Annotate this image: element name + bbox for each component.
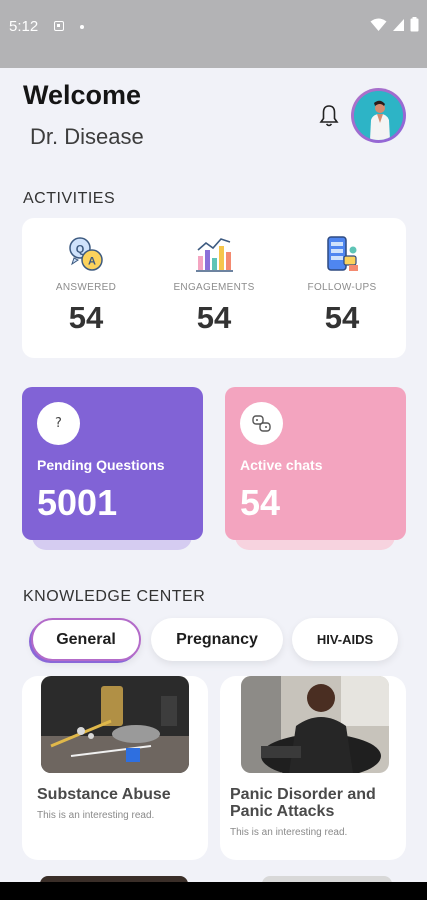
- activity-label: ANSWERED: [55, 282, 117, 293]
- doctor-name: Dr. Disease: [30, 124, 144, 149]
- tab-general[interactable]: General: [31, 618, 141, 661]
- pending-questions-card[interactable]: ? Pending Questions 5001: [22, 387, 203, 540]
- active-chats-card[interactable]: Active chats 54: [225, 387, 406, 540]
- article-subtitle: This is an interesting read.: [230, 827, 348, 838]
- article-image-substance-abuse: [41, 676, 189, 773]
- article-card-panic-disorder[interactable]: Panic Disorder and Panic Attacks This is…: [220, 676, 406, 860]
- knowledge-center-title: KNOWLEDGE CENTER: [23, 588, 206, 605]
- notification-icon: [54, 21, 64, 31]
- question-mark-icon: ?: [37, 402, 80, 445]
- profile-avatar[interactable]: [351, 88, 406, 143]
- activity-label: ENGAGEMENTS: [173, 282, 255, 293]
- activity-value: 54: [324, 300, 360, 335]
- qa-bubbles-icon: Q A: [69, 237, 103, 271]
- activities-card: Q A ANSWERED 54 ENGAGEMENTS 54 FOLLOW-UP…: [22, 218, 406, 358]
- tab-pregnancy[interactable]: Pregnancy: [151, 618, 283, 661]
- doctor-avatar-illustration: [354, 91, 403, 140]
- chat-icon: [251, 414, 271, 432]
- battery-icon: [410, 17, 419, 32]
- activities-title: ACTIVITIES: [23, 190, 116, 207]
- system-icons: [370, 17, 419, 32]
- welcome-heading: Welcome: [23, 80, 142, 110]
- svg-text:A: A: [88, 256, 96, 268]
- navigation-bar: [0, 882, 427, 900]
- article-image-panic-disorder: [241, 676, 389, 773]
- article-subtitle: This is an interesting read.: [37, 810, 155, 821]
- article-title: Substance Abuse: [37, 786, 171, 803]
- article-title: Panic Disorder and Panic Attacks: [230, 786, 376, 820]
- notifications-button[interactable]: [318, 104, 340, 132]
- substance-abuse-photo: [41, 676, 189, 773]
- chat-icon-container: [240, 402, 283, 445]
- activity-value: 54: [68, 300, 104, 335]
- wifi-icon: [370, 18, 387, 31]
- pending-questions-value: 5001: [37, 482, 118, 523]
- pending-questions-label: Pending Questions: [37, 457, 165, 473]
- cell-signal-icon: [393, 18, 404, 31]
- tab-hiv-aids[interactable]: HIV-AIDS: [292, 618, 398, 661]
- activity-label: FOLLOW-UPS: [307, 282, 377, 293]
- status-bar: 5:12: [0, 0, 427, 68]
- status-time: 5:12: [9, 18, 39, 35]
- activity-value: 54: [196, 300, 232, 335]
- active-chats-label: Active chats: [240, 457, 323, 473]
- phone-chat-icon: [327, 236, 358, 271]
- bar-chart-icon: [196, 238, 233, 272]
- bell-icon: [319, 105, 339, 127]
- more-notifications-icon: [80, 25, 84, 29]
- panic-disorder-photo: [241, 676, 389, 773]
- article-card-substance-abuse[interactable]: Substance Abuse This is an interesting r…: [22, 676, 208, 860]
- active-chats-value: 54: [240, 482, 281, 523]
